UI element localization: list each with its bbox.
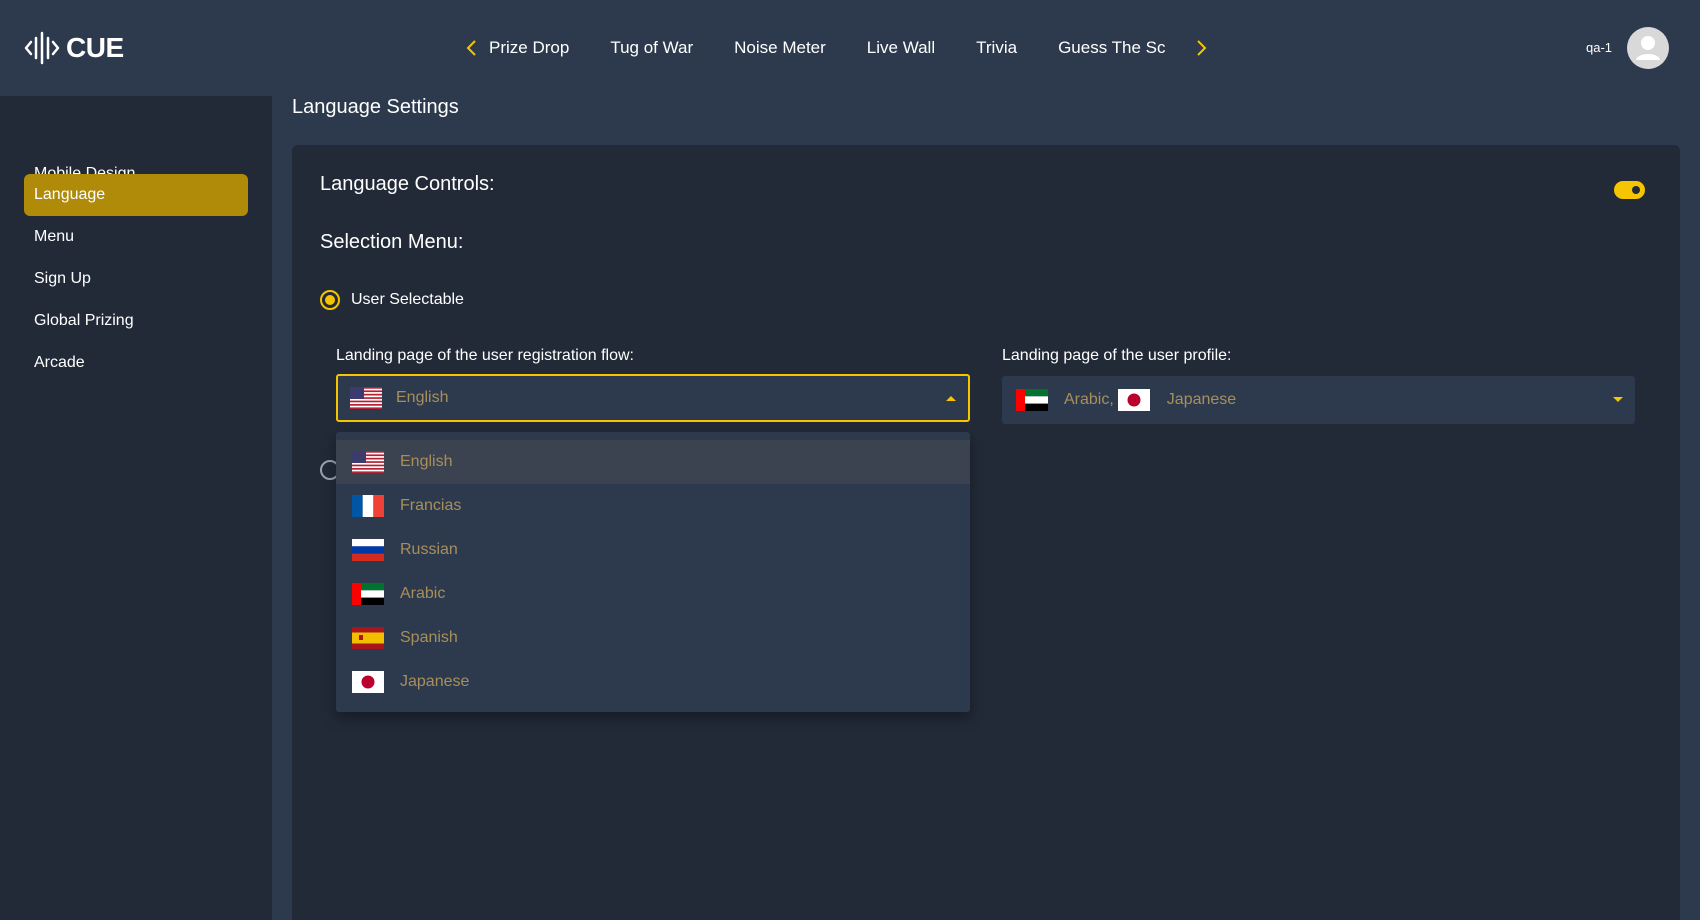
- uae-flag-icon: [1016, 389, 1048, 411]
- option-label: English: [400, 453, 453, 470]
- uae-flag-icon: [352, 583, 384, 605]
- sidebar-item-sign-up[interactable]: Sign Up: [24, 258, 248, 300]
- language-option-english[interactable]: English: [336, 440, 970, 484]
- us-flag-icon: [350, 387, 382, 409]
- selection-menu-label: Selection Menu:: [320, 231, 464, 253]
- registration-language-select[interactable]: English: [336, 374, 970, 422]
- cue-logo[interactable]: CUE: [24, 30, 124, 66]
- caret-down-icon: [1613, 397, 1623, 402]
- language-controls-label: Language Controls:: [320, 173, 495, 195]
- page-title: Language Settings: [292, 96, 459, 118]
- language-dropdown-menu: English Francias Russian Arabic Spanish …: [336, 432, 970, 712]
- nav-prev-button[interactable]: [460, 36, 482, 60]
- game-nav-tabs: Prize Drop Tug of War Noise Meter Live W…: [489, 34, 1189, 62]
- sidebar-item-arcade[interactable]: Arcade: [24, 342, 248, 384]
- sidebar-item-language[interactable]: Language: [24, 174, 248, 216]
- chevron-right-icon: [1197, 40, 1207, 56]
- language-option-arabic[interactable]: Arabic: [336, 572, 970, 616]
- language-option-francias[interactable]: Francias: [336, 484, 970, 528]
- sidebar-item-label: Arcade: [34, 354, 85, 371]
- sidebar-item-label: Language: [34, 186, 106, 203]
- sidebar-item-label: Sign Up: [34, 270, 91, 287]
- user-selectable-label: User Selectable: [351, 291, 464, 308]
- user-selectable-radio[interactable]: [320, 290, 340, 310]
- sidebar-item-global-prizing[interactable]: Global Prizing: [24, 300, 248, 342]
- sidebar-item-menu[interactable]: Menu: [24, 216, 248, 258]
- caret-up-icon: [946, 396, 956, 401]
- japan-flag-icon: [1117, 389, 1150, 411]
- japan-flag-icon: [352, 671, 384, 693]
- logo-text: CUE: [66, 32, 124, 63]
- option-label: Japanese: [400, 673, 470, 690]
- france-flag-icon: [352, 495, 384, 517]
- tab-trivia[interactable]: Trivia: [976, 38, 1017, 58]
- tab-guess-the-score[interactable]: Guess The Sc: [1058, 38, 1165, 58]
- user-avatar[interactable]: [1627, 27, 1669, 69]
- settings-sidebar: Mobile Design Language Menu Sign Up Glob…: [0, 96, 272, 920]
- chevron-left-icon: [466, 40, 476, 56]
- registration-landing-label: Landing page of the user registration fl…: [336, 347, 634, 364]
- option-label: Francias: [400, 497, 462, 514]
- user-name[interactable]: qa-1: [1586, 40, 1612, 55]
- nav-next-button[interactable]: [1191, 36, 1213, 60]
- top-header: CUE Prize Drop Tug of War Noise Meter Li…: [0, 0, 1700, 96]
- profile-landing-label: Landing page of the user profile:: [1002, 347, 1232, 364]
- user-avatar-icon: [1636, 36, 1660, 60]
- russia-flag-icon: [352, 539, 384, 561]
- tab-tug-of-war[interactable]: Tug of War: [610, 38, 693, 58]
- tab-noise-meter[interactable]: Noise Meter: [734, 38, 826, 58]
- registration-selected-language: English: [396, 389, 449, 406]
- sidebar-item-label: Global Prizing: [34, 312, 134, 329]
- language-option-russian[interactable]: Russian: [336, 528, 970, 572]
- language-option-japanese[interactable]: Japanese: [336, 660, 970, 704]
- profile-language-arabic: Arabic,: [1064, 391, 1114, 408]
- option-label: Spanish: [400, 629, 458, 646]
- profile-language-select[interactable]: Arabic, Japanese: [1002, 376, 1635, 424]
- profile-language-japanese: Japanese: [1166, 391, 1237, 408]
- tab-live-wall[interactable]: Live Wall: [867, 38, 935, 58]
- language-option-spanish[interactable]: Spanish: [336, 616, 970, 660]
- language-controls-toggle[interactable]: [1614, 181, 1645, 199]
- us-flag-icon: [352, 451, 384, 473]
- sidebar-item-label: Menu: [34, 228, 75, 245]
- spain-flag-icon: [352, 627, 384, 649]
- tab-prize-drop[interactable]: Prize Drop: [489, 38, 569, 58]
- option-label: Arabic: [400, 585, 446, 602]
- option-label: Russian: [400, 541, 458, 558]
- cue-logo-icon: [24, 31, 60, 65]
